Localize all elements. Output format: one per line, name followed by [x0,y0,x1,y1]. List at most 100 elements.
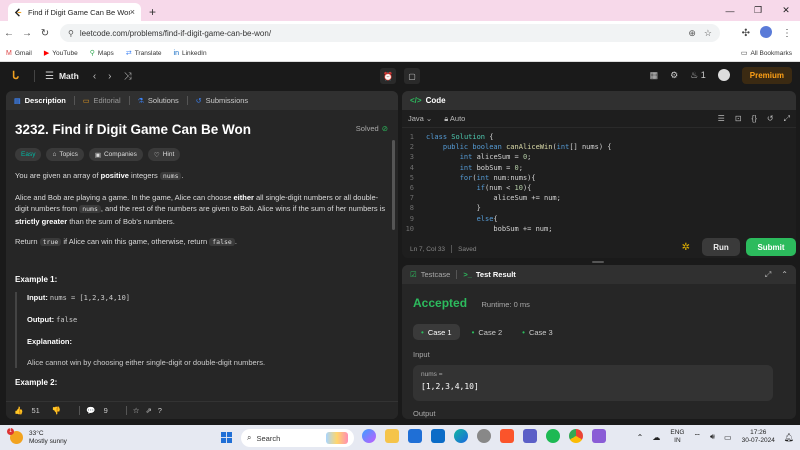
teams-icon[interactable] [523,429,537,443]
case-tabs: • Case 1 • Case 2 • Case 3 [413,324,785,340]
problem-list-icon[interactable]: ☰ [45,71,54,82]
shuffle-icon[interactable]: ⤨ [124,71,132,82]
all-bookmarks[interactable]: ▭ All Bookmarks [741,49,792,58]
panel-resize-handle[interactable] [592,261,604,263]
file-explorer-icon[interactable] [385,429,399,443]
volume-icon[interactable]: 🔊︎ [710,432,715,442]
input-value-box: nums = [1,2,3,4,10] [413,365,773,401]
user-avatar[interactable] [717,68,730,83]
close-tab-icon[interactable]: × [130,7,135,17]
case-tab-3[interactable]: • Case 3 [514,324,561,340]
topics-chip[interactable]: ⌂ Topics [46,148,84,161]
tab-submissions[interactable]: ↺ Submissions [196,96,248,105]
bookmark-maps[interactable]: ⚲ Maps [90,49,114,58]
wifi-icon[interactable]: ⌔ [693,432,701,442]
like-button[interactable]: 👍 51 [14,406,46,415]
premium-button[interactable]: Premium [741,67,792,84]
chrome-icon[interactable] [569,429,583,443]
tab-test-result[interactable]: >_ Test Result [463,270,515,279]
edge-icon[interactable] [454,429,468,443]
new-tab-icon[interactable]: + [149,3,156,21]
other-app-icon[interactable] [592,429,606,443]
bookmark-star-icon[interactable]: ☆ [704,28,712,39]
comments-button[interactable]: 💬 9 [86,406,114,415]
tray-chevron-icon[interactable]: ⌃ [637,433,644,442]
battery-icon[interactable]: ▭ [724,433,732,442]
braces-icon[interactable]: {} [752,114,757,124]
clock[interactable]: 17:26 30-07-2024 [742,429,775,445]
bookmark-linkedin[interactable]: in LinkedIn [174,50,207,57]
settings-gear-icon[interactable]: ⚙ [670,70,678,81]
outlook-icon[interactable] [431,429,445,443]
tab-solutions[interactable]: ⚗ Solutions [138,96,188,105]
description-scrollbar[interactable] [392,140,395,230]
submit-button[interactable]: Submit [746,238,796,256]
code-editor[interactable]: 1 class Solution { 2 public boolean canAl… [402,128,796,232]
language-select[interactable]: Java ⌄ [408,114,432,123]
cloud-icon[interactable]: ☁ [652,433,660,442]
taskbar-search[interactable]: ⌕ Search [241,429,354,447]
bookmark-gmail[interactable]: M Gmail [6,50,32,57]
debugger-icon[interactable]: ✲ [682,242,690,253]
companies-chip[interactable]: ▣ Companies [88,148,143,161]
spotify-icon[interactable] [546,429,560,443]
result-tabs: ☑ Testcase >_ Test Result ⤢ ⌃ [402,265,796,284]
bookmark-icon[interactable]: ⊡ [735,114,742,124]
tab-testcase[interactable]: ☑ Testcase [410,270,450,279]
zoom-icon[interactable]: ⊕ [688,28,696,39]
reload-icon[interactable]: ↻ [36,28,54,39]
menu-kebab-icon[interactable]: ⋮ [782,28,792,39]
leetcode-logo-icon[interactable]: ᒐ [12,69,24,83]
url-field[interactable]: ⚲ leetcode.com/problems/find-if-digit-ga… [60,24,720,42]
problem-list-title[interactable]: Math [59,71,79,81]
notes-icon[interactable]: ▢ [404,68,420,84]
bookmark-youtube[interactable]: ▶ YouTube [44,49,78,58]
brave-icon[interactable] [500,429,514,443]
forward-icon[interactable]: → [18,28,36,39]
share-icon[interactable]: ⇗ [145,406,151,415]
bookmark-translate[interactable]: ⇄ Translate [126,49,162,58]
reset-icon[interactable]: ↺ [767,114,774,124]
minimize-icon[interactable]: — [716,6,744,16]
site-info-icon[interactable]: ⚲ [68,29,74,38]
expand-icon[interactable]: ⤢ [765,270,771,280]
comment-icon: 💬 [86,406,96,415]
difficulty-badge[interactable]: Easy [15,148,42,161]
copilot-icon[interactable] [362,429,376,443]
prev-problem-icon[interactable]: ‹ [93,71,96,82]
tab-editorial[interactable]: ▭ Editorial [83,96,130,105]
close-window-icon[interactable]: ✕ [772,5,800,16]
auto-mode[interactable]: 🔒︎ Auto [444,114,465,124]
code-line: 1 class Solution { [409,133,494,141]
case-tab-2[interactable]: • Case 2 [464,324,511,340]
layout-icon[interactable]: ▦ [650,70,659,81]
bookmarks-bar: M Gmail ▶ YouTube ⚲ Maps ⇄ Translate in Linke… [0,45,800,62]
store-icon[interactable] [408,429,422,443]
input-label: Input [413,350,430,359]
dislike-button[interactable]: 👎 [52,406,67,415]
streak-fire-icon[interactable]: ♨ 1 [690,70,706,81]
collapse-chevron-icon[interactable]: ⌃ [781,270,788,280]
notifications-bell-icon[interactable]: 🔔︎ [784,433,794,442]
hint-chip[interactable]: ♡ Hint [147,148,181,161]
timer-icon[interactable]: ⏰ [380,68,396,84]
browser-tab[interactable]: Find if Digit Game Can Be Won × [8,3,141,21]
weather-widget[interactable]: 1 33°C Mostly sunny [7,428,67,446]
favorite-star-icon[interactable]: ☆ [133,406,140,415]
run-button[interactable]: Run [702,238,740,256]
profile-avatar[interactable] [760,25,772,41]
tab-description[interactable]: ▤ Description [14,96,75,105]
extensions-icon[interactable]: ✣ [742,28,750,39]
language-indicator[interactable]: ENG IN [670,429,684,445]
next-problem-icon[interactable]: › [108,71,111,82]
settings-app-icon[interactable] [477,429,491,443]
windows-start-icon[interactable] [221,432,232,443]
maximize-icon[interactable]: ❐ [744,5,772,16]
code-line: 10 bobSum += num; [405,224,553,232]
case-tab-1[interactable]: • Case 1 [413,324,460,340]
fullscreen-icon[interactable]: ⤢ [784,114,790,124]
format-icon[interactable]: ☰ [718,114,725,124]
help-icon[interactable]: ? [158,406,162,415]
back-icon[interactable]: ← [0,28,18,39]
input-var-name: nums = [421,371,443,378]
